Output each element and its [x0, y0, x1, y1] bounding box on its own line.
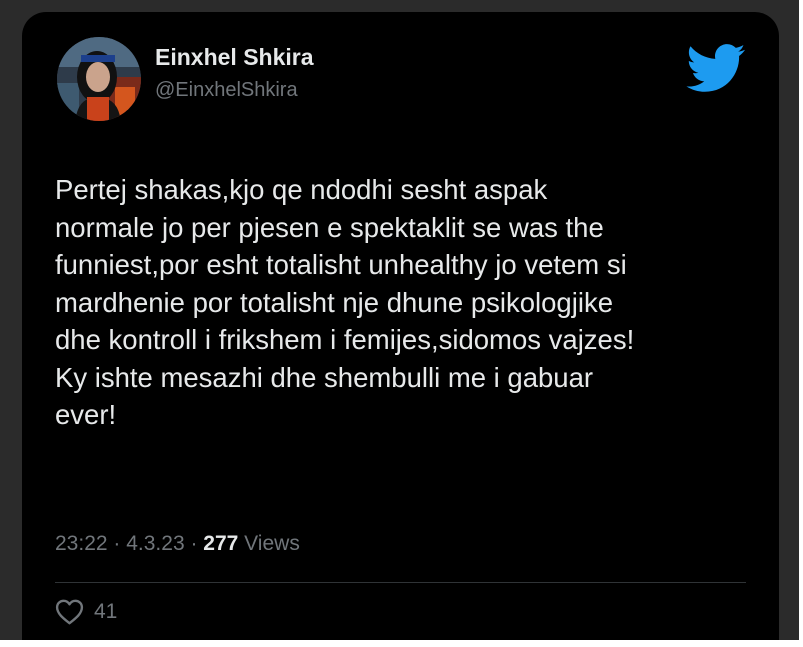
meta-separator: · [107, 532, 127, 555]
avatar[interactable] [57, 37, 141, 121]
tweet-text-line: Ky ishte mesazhi dhe shembulli me i gabu… [55, 361, 594, 393]
author-display-name[interactable]: Einxhel Shkira [155, 44, 314, 71]
tweet-time[interactable]: 23:22 [55, 532, 108, 555]
twitter-bird-icon[interactable] [684, 42, 746, 94]
tweet-text-line: Pertej shakas,kjo qe ndodhi sesht aspak [55, 174, 548, 205]
tweet-text-line: mardhenie por totalisht nje dhune psikol… [55, 286, 613, 318]
avatar-photo [57, 37, 141, 121]
tweet-text-line: ever! [55, 399, 117, 430]
author-handle[interactable]: @EinxhelShkira [155, 79, 298, 102]
views-label: Views [238, 532, 300, 555]
like-button[interactable]: 41 [55, 597, 117, 627]
tweet-text-line: funniest,por esht totalisht unhealthy jo… [55, 249, 627, 280]
tweet-text-line: dhe kontroll i frikshem i femijes,sidomo… [55, 324, 635, 355]
tweet-date[interactable]: 4.3.23 [126, 532, 184, 555]
tweet-meta: 23:22 · 4.3.23 · 277 Views [55, 532, 300, 556]
tweet-text: Pertej shakas,kjo qe ndodhi sesht aspak … [55, 171, 760, 434]
tweet-card: Einxhel Shkira @EinxhelShkira Pertej sha… [22, 12, 779, 640]
screenshot-frame: Einxhel Shkira @EinxhelShkira Pertej sha… [0, 0, 799, 640]
tweet-text-line: normale jo per pjesen e spektaklit se wa… [55, 211, 604, 243]
views-count[interactable]: 277 [203, 532, 238, 555]
heart-outline-icon [55, 599, 84, 625]
divider [55, 582, 746, 583]
like-count: 41 [94, 600, 118, 623]
meta-separator: · [184, 532, 204, 555]
